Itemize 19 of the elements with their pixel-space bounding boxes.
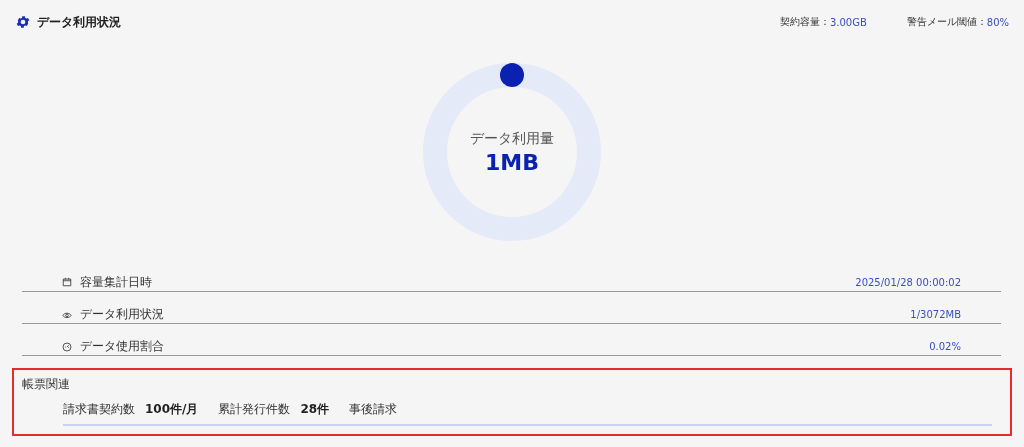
row-label: データ使用割合 [80, 338, 165, 355]
contract-label: 契約容量： [779, 15, 830, 29]
item-label: 事後請求 [349, 401, 398, 418]
section-title: 帳票関連 [22, 376, 71, 393]
row-value: 2025/01/28 00:00:02 [855, 276, 961, 288]
item-value: 100件/月 [145, 401, 199, 418]
item-value: 28件 [300, 401, 330, 418]
row-label: 容量集計日時 [80, 273, 153, 291]
gauge-value: 1MB [485, 149, 539, 175]
page-title: データ利用状況 [37, 13, 121, 31]
row-value: 0.02% [929, 341, 961, 352]
alert-label: 警告メール閾値： [906, 15, 987, 29]
row-label: データ利用状況 [80, 306, 165, 323]
gauge-label: データ利用量 [470, 129, 554, 148]
item-label: 請求書契約数 [63, 401, 135, 418]
alert-value: 80% [986, 16, 1009, 28]
row-value: 1/3072MB [910, 309, 961, 320]
item-label: 累計発行件数 [218, 401, 291, 418]
contract-value: 3.00GB [829, 16, 867, 28]
